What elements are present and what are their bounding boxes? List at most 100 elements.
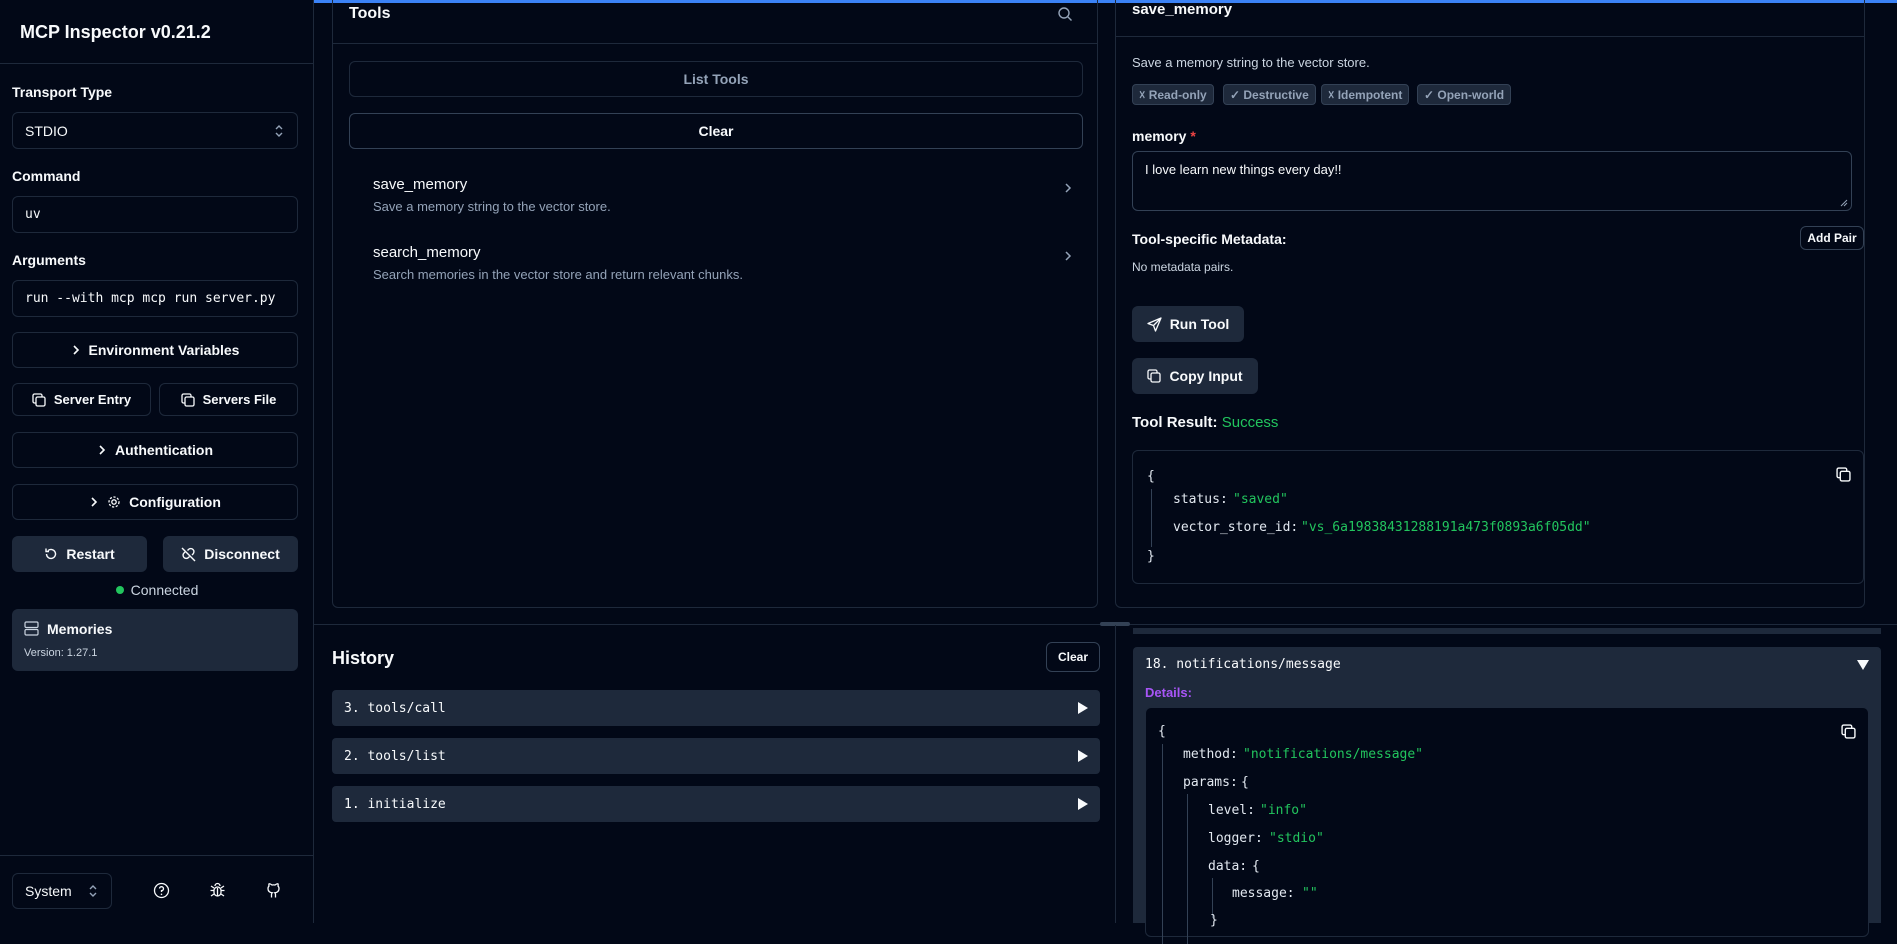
memory-label: memory * bbox=[1132, 128, 1196, 144]
list-tools-button[interactable]: List Tools bbox=[349, 61, 1083, 97]
status-dot-icon bbox=[115, 586, 124, 594]
no-metadata-text: No metadata pairs. bbox=[1132, 260, 1234, 274]
command-input[interactable]: uv bbox=[12, 196, 298, 233]
tool-name: search_memory bbox=[373, 244, 481, 261]
tool-detail-title: save_memory bbox=[1132, 1, 1233, 18]
history-item-label: 3. tools/call bbox=[344, 700, 446, 716]
configuration-button[interactable]: Configuration bbox=[12, 484, 298, 520]
configuration-label: Configuration bbox=[129, 494, 221, 510]
copy-icon[interactable] bbox=[1841, 724, 1856, 739]
sidebar: MCP Inspector v0.21.2 Transport Type STD… bbox=[0, 0, 314, 923]
json-key-level: level: bbox=[1208, 803, 1255, 818]
expand-triangle-icon bbox=[1078, 702, 1088, 714]
transport-type-select[interactable]: STDIO bbox=[12, 112, 298, 149]
disconnect-button[interactable]: Disconnect bbox=[163, 536, 298, 572]
server-version: Version: 1.27.1 bbox=[24, 647, 98, 659]
restart-label: Restart bbox=[66, 546, 115, 562]
badge-idempotent: ☓ Idempotent bbox=[1321, 84, 1410, 105]
search-icon[interactable] bbox=[1057, 6, 1073, 22]
history-divider bbox=[1115, 625, 1116, 923]
details-label: Details: bbox=[1145, 685, 1192, 700]
history-item[interactable]: 2. tools/list bbox=[332, 738, 1100, 774]
theme-value: System bbox=[25, 883, 72, 899]
detail-header-divider bbox=[1116, 36, 1864, 37]
tool-result-label: Tool Result: bbox=[1132, 414, 1218, 431]
add-pair-label: Add Pair bbox=[1807, 231, 1857, 245]
server-icon bbox=[24, 621, 39, 636]
json-indent-guide bbox=[1212, 878, 1213, 918]
expand-triangle-icon bbox=[1078, 798, 1088, 810]
json-params-open: { bbox=[1241, 775, 1249, 790]
environment-variables-button[interactable]: Environment Variables bbox=[12, 332, 298, 368]
badge-destructive: ✓ Destructive bbox=[1223, 84, 1316, 105]
send-icon bbox=[1147, 316, 1162, 332]
tool-result-json: { status: "saved" vector_store_id: "vs_6… bbox=[1132, 450, 1864, 584]
notification-json: { method: "notifications/message" params… bbox=[1145, 707, 1869, 944]
server-info-card: Memories Version: 1.27.1 bbox=[12, 609, 298, 671]
arguments-value: run --with mcp mcp run server.py bbox=[25, 291, 276, 306]
json-key-logger: logger: bbox=[1208, 831, 1263, 846]
notification-header[interactable]: 18. notifications/message bbox=[1145, 657, 1341, 672]
tools-panel: Tools List Tools Clear save_memory Save … bbox=[332, 0, 1098, 608]
history-item[interactable]: 1. initialize bbox=[332, 786, 1100, 822]
connection-status-text: Connected bbox=[130, 582, 199, 598]
servers-file-button[interactable]: Servers File bbox=[159, 383, 298, 416]
json-value-message: "" bbox=[1302, 886, 1318, 901]
add-pair-button[interactable]: Add Pair bbox=[1800, 226, 1864, 250]
unplug-icon bbox=[181, 547, 196, 562]
history-item-label: 2. tools/list bbox=[344, 748, 446, 764]
json-key-params: params: bbox=[1183, 775, 1238, 790]
json-brace-open: { bbox=[1147, 469, 1155, 484]
memory-textarea[interactable]: I love learn new things every day!! bbox=[1132, 151, 1852, 211]
clear-history-button[interactable]: Clear bbox=[1046, 642, 1100, 672]
authentication-button[interactable]: Authentication bbox=[12, 432, 298, 468]
copy-input-button[interactable]: Copy Input bbox=[1132, 358, 1258, 394]
collapse-triangle-icon[interactable] bbox=[1857, 660, 1869, 670]
json-value-level: "info" bbox=[1260, 803, 1307, 818]
list-tools-label: List Tools bbox=[683, 71, 749, 87]
chevron-right-icon bbox=[1063, 182, 1073, 194]
copy-icon[interactable] bbox=[1836, 467, 1851, 482]
tool-item-search-memory[interactable]: search_memory Search memories in the vec… bbox=[373, 244, 1073, 282]
tool-name: save_memory bbox=[373, 176, 468, 193]
json-data-close: } bbox=[1210, 913, 1218, 928]
connection-status: Connected bbox=[0, 582, 314, 598]
json-indent-guide bbox=[1187, 794, 1188, 944]
clear-history-label: Clear bbox=[1057, 650, 1089, 664]
json-value-vector-store-id: "vs_6a19838431288191a473f0893a6f05dd" bbox=[1301, 520, 1591, 535]
theme-select[interactable]: System bbox=[12, 873, 112, 909]
run-tool-button[interactable]: Run Tool bbox=[1132, 306, 1244, 342]
tool-detail-description: Save a memory string to the vector store… bbox=[1132, 55, 1370, 70]
server-entry-button[interactable]: Server Entry bbox=[12, 383, 151, 416]
notifications-scroll-top bbox=[1133, 628, 1881, 634]
json-key-vector-store-id: vector_store_id: bbox=[1173, 520, 1299, 535]
copy-icon bbox=[180, 392, 195, 407]
github-icon[interactable] bbox=[265, 882, 282, 899]
history-item[interactable]: 3. tools/call bbox=[332, 690, 1100, 726]
resize-handle-icon[interactable] bbox=[1840, 199, 1848, 207]
expand-triangle-icon bbox=[1078, 750, 1088, 762]
required-mark: * bbox=[1190, 128, 1196, 144]
json-indent-guide bbox=[1151, 489, 1152, 547]
json-value-logger: "stdio" bbox=[1269, 831, 1324, 846]
chevrons-up-down-icon bbox=[273, 124, 285, 138]
server-entry-label: Server Entry bbox=[53, 392, 132, 407]
help-icon[interactable] bbox=[153, 882, 170, 899]
tool-result-status: Success bbox=[1221, 414, 1279, 431]
clear-tools-button[interactable]: Clear bbox=[349, 113, 1083, 149]
json-value-status: "saved" bbox=[1233, 492, 1288, 507]
badge-read-only: ☓ Read-only bbox=[1132, 84, 1214, 105]
json-brace-open: { bbox=[1158, 724, 1166, 739]
sidebar-bottom-divider bbox=[0, 855, 314, 856]
tool-item-save-memory[interactable]: save_memory Save a memory string to the … bbox=[373, 176, 1073, 214]
bug-icon[interactable] bbox=[209, 882, 226, 899]
copy-icon bbox=[32, 392, 46, 407]
server-name: Memories bbox=[47, 621, 113, 637]
restart-button[interactable]: Restart bbox=[12, 536, 147, 572]
environment-variables-label: Environment Variables bbox=[88, 342, 240, 358]
servers-file-label: Servers File bbox=[202, 392, 277, 407]
gear-icon bbox=[107, 495, 121, 509]
json-data-open: { bbox=[1252, 859, 1260, 874]
json-indent-guide bbox=[1162, 744, 1163, 944]
arguments-input[interactable]: run --with mcp mcp run server.py bbox=[12, 280, 298, 317]
